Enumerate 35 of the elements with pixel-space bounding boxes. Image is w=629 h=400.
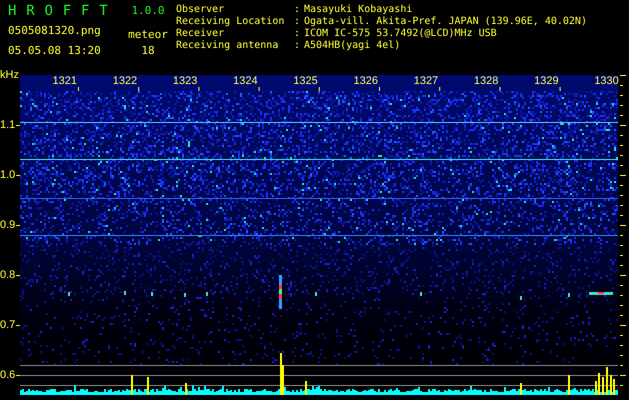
time-label: 1328 [474,75,500,87]
version-label: 1.0.0 [131,4,165,18]
time-label: 1325 [293,75,319,87]
file-name: 0505081320.png [8,24,102,38]
info-separator: : [294,4,302,16]
meteor-label: meteor [128,28,168,42]
time-label: 1324 [233,75,259,87]
info-label: Observer [176,4,226,16]
info-value: Masayuki Kobayashi [304,4,412,16]
time-label: 1323 [172,75,198,87]
time-label: 1326 [354,75,379,87]
date-time: 05.05.08 13:20 [8,44,102,58]
app-title: H R O F F T [8,2,108,20]
time-label: 1329 [534,75,560,87]
frequency-label: 0.6 [0,369,16,381]
frequency-label: 0.7 [0,319,16,331]
info-separator: : [294,28,302,40]
info-value: Ogata-vill. Akita-Pref. JAPAN (139.96E, 40.02N) [304,16,587,28]
time-label: 1322 [112,75,138,87]
info-label: Receiver [176,28,226,40]
unit-label: kHz [0,68,20,83]
frequency-label: 0.8 [0,269,16,281]
info-value: ICOM IC-575 53.7492(@LCD)MHz USB [304,28,497,40]
time-label: 1330 [594,75,620,87]
time-label: 1327 [414,75,440,87]
time-label: 1321 [52,75,78,87]
info-label: Receiving Location [176,16,286,28]
frequency-label: 0.9 [0,219,16,231]
frequency-label: 1.0 [0,169,16,181]
frequency-label: 1.1 [0,119,16,131]
info-separator: : [294,16,302,28]
meteor-count: 18 [141,44,155,58]
info-value: A504HB(yagi 4el) [304,40,400,52]
info-separator: : [294,40,302,52]
info-label: Receiving antenna [176,40,280,52]
